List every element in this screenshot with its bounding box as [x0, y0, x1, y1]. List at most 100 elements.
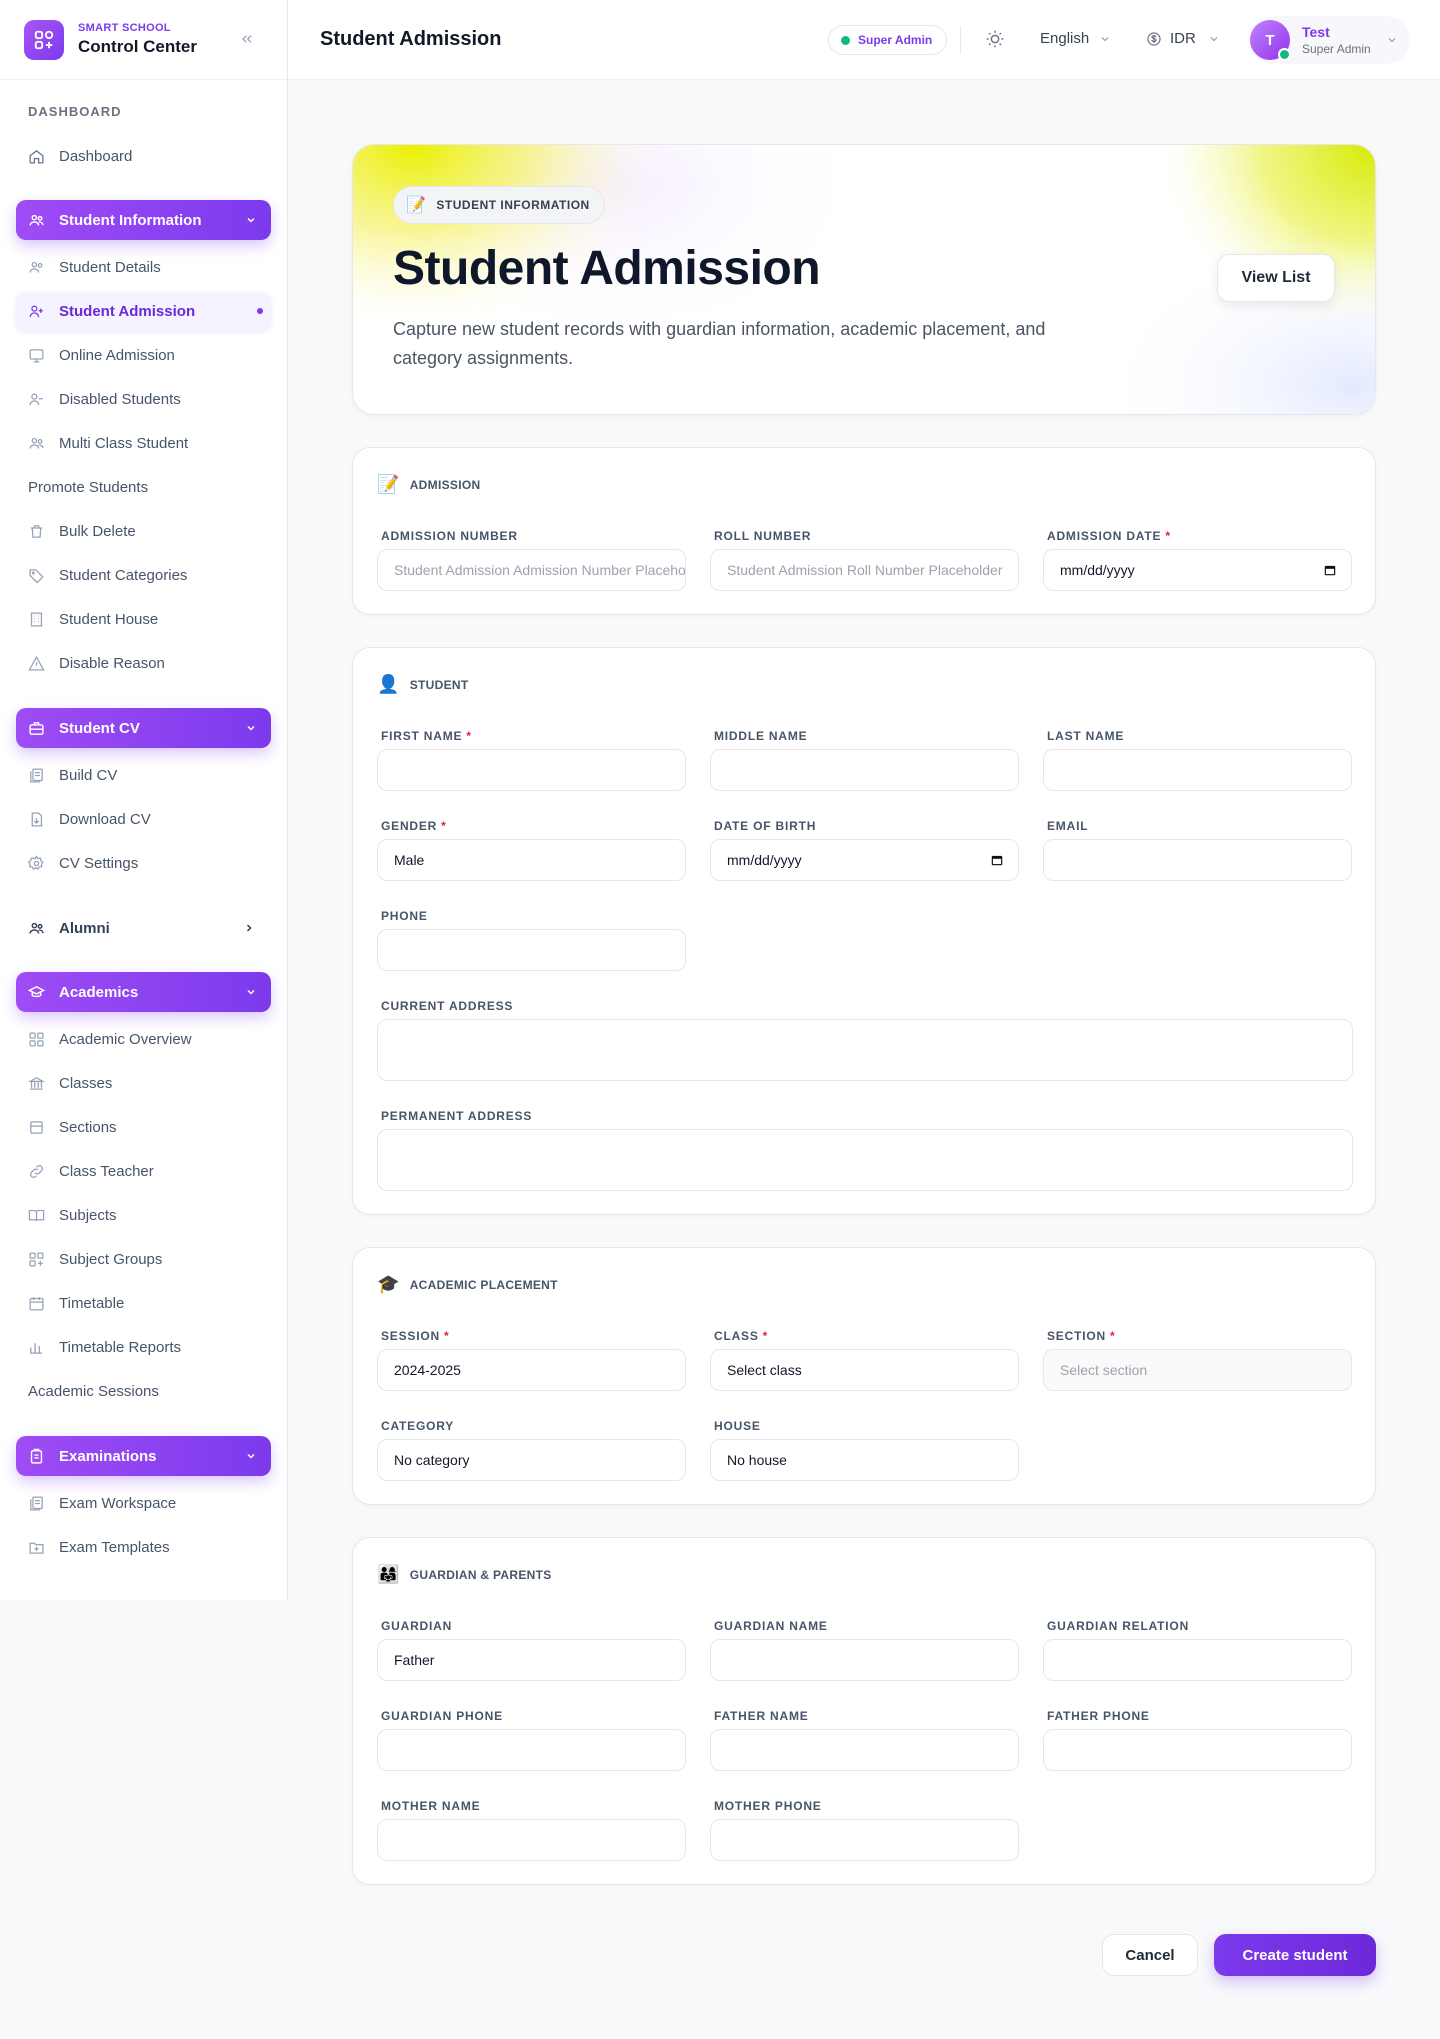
admission-number-input[interactable]: Student Admission Admission Number Place…	[377, 549, 686, 591]
sidebar-item-timetable[interactable]: Timetable	[16, 1284, 271, 1322]
card-heading: 📝 ADMISSION	[377, 474, 480, 495]
current-address-textarea[interactable]	[377, 1019, 1353, 1081]
field-label: SESSION *	[381, 1329, 450, 1343]
card-heading-label: ADMISSION	[409, 477, 481, 492]
father-phone-input[interactable]	[1043, 1729, 1352, 1771]
field-label: ADMISSION NUMBER	[381, 529, 518, 543]
sidebar-item-sections[interactable]: Sections	[16, 1108, 271, 1146]
brand: SMART SCHOOL Control Center	[0, 0, 287, 80]
sidebar-item-cv-settings[interactable]: CV Settings	[16, 844, 271, 882]
admission-number-field: ADMISSION NUMBER Student Admission Admis…	[377, 529, 686, 591]
field-label: FIRST NAME *	[381, 729, 472, 743]
sidebar-item-disabled-students[interactable]: Disabled Students	[16, 380, 271, 418]
field-label: MIDDLE NAME	[714, 729, 808, 743]
memo-icon: 📝	[406, 197, 427, 214]
house-select[interactable]: No house	[710, 1439, 1019, 1481]
section-field: SECTION * Select section	[1043, 1329, 1352, 1391]
sidebar-item-subject-groups[interactable]: Subject Groups	[16, 1240, 271, 1278]
sidebar-item-student-house[interactable]: Student House	[16, 600, 271, 638]
cancel-button[interactable]: Cancel	[1102, 1934, 1198, 1976]
section-select[interactable]: Select section	[1043, 1349, 1352, 1391]
guardian-phone-input[interactable]	[377, 1729, 686, 1771]
chevron-down-icon	[1388, 38, 1396, 43]
book-open-icon	[28, 1209, 45, 1221]
sidebar-group-student-cv[interactable]: Student CV	[16, 708, 271, 748]
sidebar-item-build-cv[interactable]: Build CV	[16, 756, 271, 794]
email-input[interactable]	[1043, 839, 1352, 881]
user-menu[interactable]: T Test Super Admin	[1248, 16, 1410, 64]
user-role: Super Admin	[1302, 42, 1371, 56]
permanent-address-textarea[interactable]	[377, 1129, 1353, 1191]
sidebar-item-exam-templates[interactable]: Exam Templates	[16, 1528, 271, 1566]
sidebar-item-label: Academic Overview	[59, 1030, 192, 1048]
sidebar-item-exam-workspace[interactable]: Exam Workspace	[16, 1484, 271, 1522]
middle-name-input[interactable]	[710, 749, 1019, 791]
currency-select[interactable]: IDR	[1146, 30, 1220, 47]
admission-date-input[interactable]: mm/dd/yyyy	[1043, 549, 1352, 591]
role-badge: Super Admin	[828, 25, 948, 55]
sidebar-item-disable-reason[interactable]: Disable Reason	[16, 644, 271, 682]
mother-phone-input[interactable]	[710, 1819, 1019, 1861]
field-label: ADMISSION DATE *	[1047, 529, 1171, 543]
father-phone-field: FATHER PHONE	[1043, 1709, 1352, 1771]
father-name-input[interactable]	[710, 1729, 1019, 1771]
home-icon	[29, 149, 44, 164]
category-select[interactable]: No category	[377, 1439, 686, 1481]
clipboard-icon	[30, 1448, 43, 1464]
card-heading-label: STUDENT	[409, 677, 469, 692]
language-select[interactable]: English	[1040, 30, 1111, 47]
sidebar-item-academic-sessions[interactable]: Academic Sessions	[16, 1372, 271, 1410]
folder-plus-icon	[29, 1542, 44, 1554]
sidebar-item-timetable-reports[interactable]: Timetable Reports	[16, 1328, 271, 1366]
sidebar-item-label: Student House	[59, 610, 159, 628]
field-label: MOTHER NAME	[381, 1799, 481, 1813]
briefcase-icon	[29, 721, 44, 735]
sidebar-group-examinations[interactable]: Examinations	[16, 1436, 271, 1476]
sidebar-item-classes[interactable]: Classes	[16, 1064, 271, 1102]
view-list-button[interactable]: View List	[1217, 254, 1335, 302]
sidebar-item-label: Build CV	[59, 766, 118, 784]
sidebar-group-academics[interactable]: Academics	[16, 972, 271, 1012]
sidebar-group-label: Student CV	[59, 719, 140, 737]
date-of-birth-input[interactable]: mm/dd/yyyy	[710, 839, 1019, 881]
guardian-name-input[interactable]	[710, 1639, 1019, 1681]
sidebar-item-download-cv[interactable]: Download CV	[16, 800, 271, 838]
permanent-address-field: PERMANENT ADDRESS	[377, 1109, 1353, 1191]
sidebar-item-academic-overview[interactable]: Academic Overview	[16, 1020, 271, 1058]
guardian-relation-input[interactable]	[1043, 1639, 1352, 1681]
sidebar-item-student-admission[interactable]: Student Admission	[16, 292, 271, 330]
sidebar-item-student-details[interactable]: Student Details	[16, 248, 271, 286]
graduation-cap-icon: 🎓	[377, 1274, 400, 1294]
calendar-icon	[991, 855, 1003, 866]
field-label: MOTHER PHONE	[714, 1799, 822, 1813]
admission-date-field: ADMISSION DATE * mm/dd/yyyy	[1043, 529, 1352, 591]
sidebar-item-student-categories[interactable]: Student Categories	[16, 556, 271, 594]
roll-number-input[interactable]: Student Admission Roll Number Placeholde…	[710, 549, 1019, 591]
phone-input[interactable]	[377, 929, 686, 971]
sidebar-item-promote-students[interactable]: Promote Students	[16, 468, 271, 506]
gear-icon	[28, 854, 44, 870]
field-label: CATEGORY	[381, 1419, 455, 1433]
collapse-sidebar-icon[interactable]	[237, 29, 257, 49]
guardian-select[interactable]: Father	[377, 1639, 686, 1681]
sidebar-item-class-teacher[interactable]: Class Teacher	[16, 1152, 271, 1190]
mother-name-input[interactable]	[377, 1819, 686, 1861]
chevron-down-icon	[247, 1453, 255, 1459]
create-student-button[interactable]: Create student	[1214, 1934, 1376, 1976]
sidebar-item-subjects[interactable]: Subjects	[16, 1196, 271, 1234]
sidebar-item-online-admission[interactable]: Online Admission	[16, 336, 271, 374]
sidebar-item-dashboard[interactable]: Dashboard	[16, 137, 271, 175]
first-name-input[interactable]	[377, 749, 686, 791]
sidebar-group-student-information[interactable]: Student Information	[16, 200, 271, 240]
sidebar-group-alumni[interactable]: Alumni	[16, 908, 271, 948]
sidebar-item-bulk-delete[interactable]: Bulk Delete	[16, 512, 271, 550]
page-title: Student Admission	[320, 28, 502, 50]
field-label: SECTION *	[1047, 1329, 1116, 1343]
phone-field: PHONE	[377, 909, 686, 971]
sidebar-item-multi-class-student[interactable]: Multi Class Student	[16, 424, 271, 462]
sun-icon[interactable]	[984, 28, 1006, 50]
class-select[interactable]: Select class	[710, 1349, 1019, 1391]
last-name-input[interactable]	[1043, 749, 1352, 791]
session-select[interactable]: 2024-2025	[377, 1349, 686, 1391]
gender-select[interactable]: Male	[377, 839, 686, 881]
